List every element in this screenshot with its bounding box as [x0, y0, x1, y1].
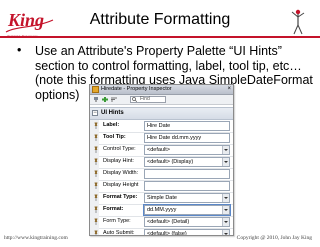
property-value: Hire Date — [147, 123, 171, 129]
property-label: Auto Submit: — [103, 230, 135, 236]
chevron-down-icon[interactable] — [222, 194, 229, 202]
property-label: Display Width: — [103, 170, 139, 176]
row-pin-icon — [94, 194, 98, 201]
chevron-down-icon[interactable] — [222, 158, 229, 166]
bullet-line: section to control formatting, label, to… — [35, 58, 302, 73]
row-pin-icon — [94, 230, 98, 235]
pin-icon[interactable] — [93, 97, 99, 102]
property-input[interactable]: Hire Date dd.mm.yyyy — [144, 133, 230, 143]
property-value: <default> (Display) — [147, 159, 194, 165]
stick-figure-icon — [291, 9, 305, 35]
inspector-toolbar: Find — [90, 95, 233, 105]
property-value: <default> — [147, 147, 170, 153]
property-input[interactable] — [144, 169, 230, 179]
chevron-down-icon[interactable] — [222, 230, 229, 235]
property-label: Label: — [103, 122, 120, 128]
property-label: Format: — [103, 206, 124, 212]
find-label: Find — [140, 96, 150, 102]
chevron-down-icon[interactable] — [222, 218, 229, 226]
sort-icon[interactable] — [111, 97, 117, 102]
row-pin-icon — [94, 206, 98, 213]
footer-url[interactable]: http://www.kingtraining.com — [4, 235, 68, 241]
row-pin-icon — [94, 182, 98, 189]
magnifier-icon — [132, 97, 137, 102]
property-label: Control Type: — [103, 146, 136, 152]
property-select[interactable]: Simple Date — [144, 193, 230, 203]
green-add-icon[interactable] — [102, 97, 108, 102]
property-input[interactable]: Hire Date — [144, 121, 230, 131]
row-pin-icon — [94, 170, 98, 177]
property-select[interactable]: <default> (false) — [144, 229, 230, 236]
property-value: <default> (Detail) — [147, 219, 190, 225]
row-pin-icon — [94, 218, 98, 225]
property-label: Display Height: — [103, 182, 139, 188]
collapse-icon[interactable]: − — [92, 110, 98, 116]
title-divider — [0, 36, 320, 38]
property-row: Auto Submit: <default> (false) — [90, 228, 233, 236]
row-pin-icon — [94, 122, 98, 129]
row-pin-icon — [94, 134, 98, 141]
property-value: dd.MM.yyyy — [147, 207, 177, 213]
inspector-titlebar: Hiredate - Property Inspector × — [90, 85, 233, 95]
bullet-line: Use an Attribute's Property Palette “UI … — [35, 44, 282, 58]
close-icon[interactable]: × — [227, 85, 231, 94]
chevron-down-icon[interactable] — [222, 206, 229, 214]
property-label: Format Type: — [103, 194, 138, 200]
property-input[interactable] — [144, 181, 230, 191]
property-inspector-window: Hiredate - Property Inspector × Find − U… — [89, 84, 234, 236]
inspector-app-icon — [92, 86, 99, 93]
ui-hints-section-header[interactable]: − UI Hints — [90, 107, 233, 120]
property-label: Display Hint: — [103, 158, 134, 164]
property-value: Simple Date — [147, 195, 177, 201]
slide-title: Attribute Formatting — [89, 11, 231, 28]
bullet-marker: • — [17, 43, 22, 57]
property-value: <default> (false) — [147, 231, 187, 236]
property-select[interactable]: <default> (Display) — [144, 157, 230, 167]
row-pin-icon — [94, 158, 98, 165]
section-label: UI Hints — [101, 110, 124, 116]
footer-copyright: Copyright @ 2010, John Jay King — [236, 235, 312, 241]
property-select[interactable]: dd.MM.yyyy — [143, 204, 231, 216]
property-select[interactable]: <default> — [144, 145, 230, 155]
property-value: Hire Date dd.mm.yyyy — [147, 135, 202, 141]
inspector-title: Hiredate - Property Inspector — [101, 86, 172, 92]
chevron-down-icon[interactable] — [222, 146, 229, 154]
property-select[interactable]: <default> (Detail) — [144, 217, 230, 227]
property-label: Tool Tip: — [103, 134, 126, 140]
property-label: Form Type: — [103, 218, 131, 224]
row-pin-icon — [94, 146, 98, 153]
